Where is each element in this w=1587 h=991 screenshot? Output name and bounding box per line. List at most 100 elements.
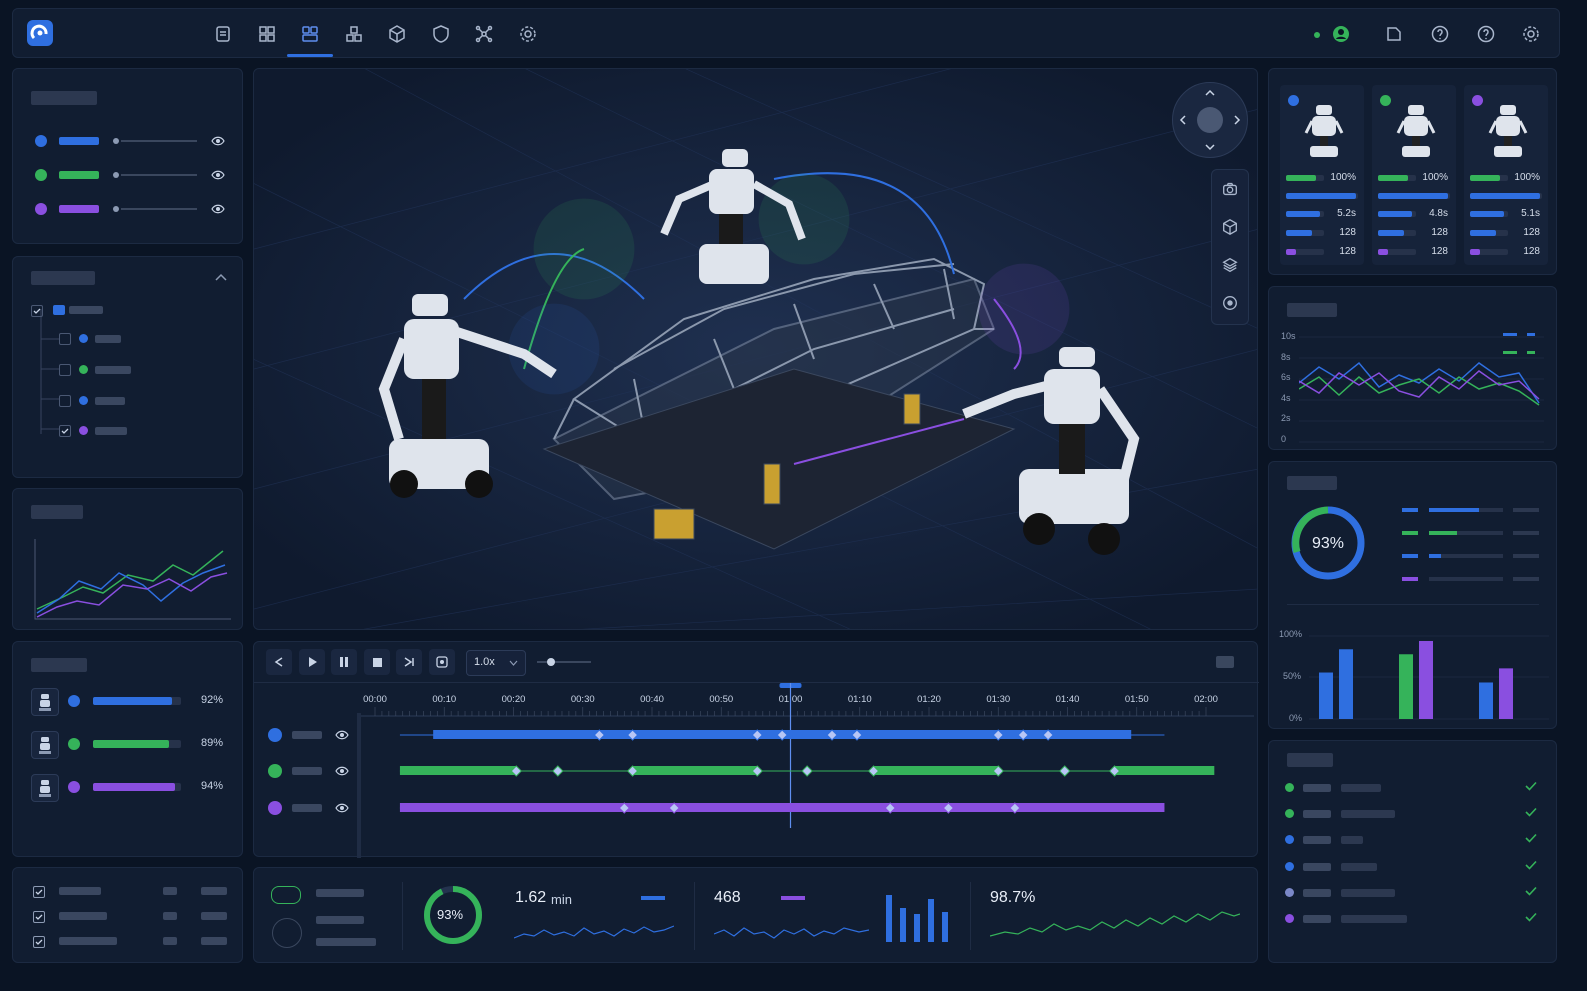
track-color-dot xyxy=(268,801,282,815)
toolbar-shield-icon[interactable] xyxy=(428,21,454,47)
timeline-options-icon[interactable] xyxy=(1216,656,1234,668)
track-color-dot xyxy=(268,764,282,778)
step-end-button[interactable] xyxy=(396,649,422,675)
robot-card[interactable]: 100% 4.8s 128 128 xyxy=(1372,85,1456,265)
speed-select[interactable]: 1.0x xyxy=(466,650,526,676)
keyframe-marker[interactable] xyxy=(801,765,813,777)
robot-card[interactable]: 100% 5.2s 128 128 xyxy=(1280,85,1364,265)
robot-status-fill xyxy=(93,740,169,748)
visibility-eye-icon[interactable] xyxy=(211,136,225,146)
track-segment[interactable] xyxy=(1114,766,1215,775)
zoom-slider[interactable] xyxy=(537,658,591,666)
active-tab-indicator xyxy=(287,54,333,57)
toolbar-right-export-icon[interactable] xyxy=(1381,21,1407,47)
help-icon xyxy=(1431,25,1449,43)
visibility-eye-icon[interactable] xyxy=(211,170,225,180)
track-segment[interactable] xyxy=(399,766,517,775)
y-axis-label: 4s xyxy=(1281,392,1291,403)
legend-value xyxy=(1513,554,1539,558)
bar-y-axis-label: 50% xyxy=(1283,671,1302,681)
task-name xyxy=(1303,888,1331,897)
viewport-target-icon[interactable] xyxy=(1217,290,1243,316)
robot-card-badge xyxy=(1472,95,1483,106)
toolbar-file-icon[interactable] xyxy=(210,21,236,47)
track-segment[interactable] xyxy=(632,766,758,775)
toolbar-right-help-icon[interactable] xyxy=(1473,21,1499,47)
app-logo[interactable] xyxy=(27,20,53,46)
tree-node-label xyxy=(95,366,131,374)
layer-slider-track[interactable] xyxy=(121,174,197,176)
count-sparkline xyxy=(714,927,869,939)
robot-card-fill xyxy=(1470,175,1500,181)
mini-trend-chart xyxy=(34,539,231,620)
bar-y-axis-label: 0% xyxy=(1289,713,1303,723)
robot-card-value: 128 xyxy=(1523,246,1540,257)
robot-avatar xyxy=(31,774,59,802)
tree-checkbox[interactable] xyxy=(59,333,71,345)
toolbar-cube-icon[interactable] xyxy=(384,21,410,47)
metrics-icon-a xyxy=(271,886,301,904)
legend-swatch xyxy=(1402,577,1418,581)
track-visibility-eye-icon[interactable] xyxy=(335,730,349,740)
layer-dot xyxy=(113,172,119,178)
y-axis-label: 6s xyxy=(1281,372,1291,383)
duration-sparkline xyxy=(514,925,674,939)
robot-card[interactable]: 100% 5.1s 128 128 xyxy=(1464,85,1548,265)
toolbar-cubes-icon[interactable] xyxy=(341,21,367,47)
keyframe-marker[interactable] xyxy=(552,765,564,777)
viewport-camera-icon[interactable] xyxy=(1217,176,1243,202)
checklist-meta xyxy=(163,937,177,945)
task-name xyxy=(1303,836,1331,845)
tree-checkbox[interactable] xyxy=(59,364,71,376)
zoom-slider-handle[interactable] xyxy=(547,658,555,666)
play-button[interactable] xyxy=(298,649,325,675)
track-visibility-eye-icon[interactable] xyxy=(335,803,349,813)
toolbar-network-icon[interactable] xyxy=(471,21,497,47)
toolbar-layout-icon[interactable] xyxy=(297,21,323,47)
toolbar-grid-icon[interactable] xyxy=(254,21,280,47)
checklist-meta xyxy=(163,887,177,895)
track-segment[interactable] xyxy=(399,803,1165,812)
robot-card-value: 128 xyxy=(1339,227,1356,238)
stop-button[interactable] xyxy=(363,649,390,675)
viewport-tools xyxy=(1211,169,1249,325)
toolbar-right-user-icon[interactable] xyxy=(1328,21,1354,47)
layer-slider-track[interactable] xyxy=(121,208,197,210)
orbit-arrows-icon[interactable] xyxy=(1173,83,1247,157)
tree-checkbox[interactable] xyxy=(31,305,43,317)
tree-panel xyxy=(12,256,243,478)
tree-checkbox[interactable] xyxy=(59,395,71,407)
cycle-time-line-chart xyxy=(1299,336,1544,443)
checklist-checkbox[interactable] xyxy=(33,936,45,948)
robot-card-fill xyxy=(1470,193,1540,199)
task-name xyxy=(1303,915,1331,923)
rewind-button[interactable] xyxy=(266,649,292,675)
tree-checkbox[interactable] xyxy=(59,425,71,437)
track-visibility-eye-icon[interactable] xyxy=(335,766,349,776)
viewport-layers-icon[interactable] xyxy=(1217,252,1243,278)
collapse-chevron-icon[interactable] xyxy=(215,273,227,281)
loop-button[interactable] xyxy=(428,649,455,675)
track-segment[interactable] xyxy=(873,766,999,775)
task-detail xyxy=(1341,888,1395,897)
legend-value xyxy=(1513,531,1539,535)
metric-donut-value: 93% xyxy=(437,907,464,922)
pause-icon xyxy=(340,657,348,667)
toolbar-right-settings-icon[interactable] xyxy=(1518,21,1544,47)
toolbar-right-help-icon[interactable] xyxy=(1427,21,1453,47)
pause-button[interactable] xyxy=(331,649,357,675)
checklist-checkbox[interactable] xyxy=(33,886,45,898)
3d-viewport[interactable] xyxy=(253,68,1258,630)
visibility-eye-icon[interactable] xyxy=(211,204,225,214)
robot-status-percent: 94% xyxy=(201,780,224,792)
panel-title-placeholder xyxy=(31,505,83,519)
checklist-label xyxy=(59,937,117,945)
bar xyxy=(1319,672,1333,719)
viewport-cube-icon[interactable] xyxy=(1217,214,1243,240)
checklist-checkbox[interactable] xyxy=(33,911,45,923)
toolbar-gear-icon[interactable] xyxy=(515,21,541,47)
layer-slider-track[interactable] xyxy=(121,140,197,142)
keyframe-marker[interactable] xyxy=(1059,765,1071,777)
chevron-down-icon xyxy=(509,660,518,666)
orbit-navigator[interactable] xyxy=(1172,82,1248,158)
